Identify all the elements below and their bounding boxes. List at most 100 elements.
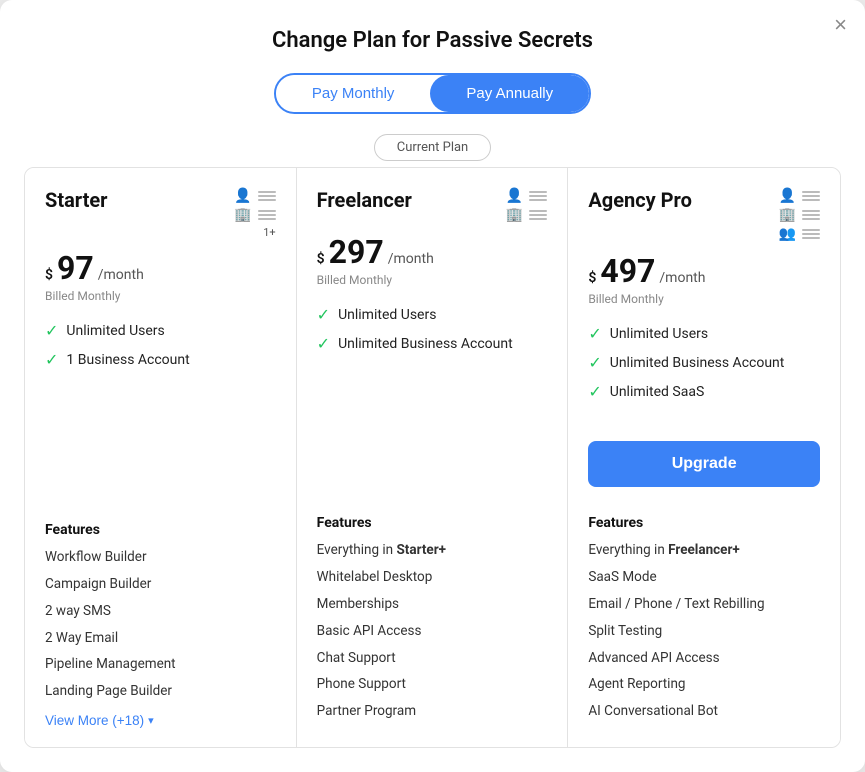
current-plan-badge-wrapper: Current Plan [24, 136, 841, 155]
feature-item: ✓ Unlimited Users [45, 321, 276, 340]
plan-card-freelancer: Freelancer 👤 🏢 [297, 168, 569, 747]
icon-row-1: 👤 [779, 188, 820, 204]
plan-price-block-freelancer: $ 297 /month Billed Monthly [317, 233, 548, 287]
upgrade-button[interactable]: Upgrade [588, 441, 820, 487]
price-dollar-agency-pro: $ [588, 270, 596, 286]
saas-icon: 👥 [779, 226, 796, 242]
pay-annually-button[interactable]: Pay Annually [430, 75, 589, 112]
features-item: AI Conversational Bot [588, 702, 820, 721]
pay-monthly-button[interactable]: Pay Monthly [276, 75, 431, 112]
features-item: Split Testing [588, 622, 820, 641]
person-icon: 👤 [506, 188, 523, 204]
icon-row-2: 🏢 [779, 207, 820, 223]
price-period-starter: /month [98, 267, 144, 283]
view-more-button-starter[interactable]: View More (+18) ▾ [45, 713, 154, 728]
plan-header-freelancer: Freelancer 👤 🏢 [317, 188, 548, 223]
check-icon: ✓ [588, 353, 601, 372]
plan-card-agency-pro: Agency Pro 👤 🏢 � [568, 168, 840, 747]
price-billed-agency-pro: Billed Monthly [588, 292, 820, 306]
features-item: Advanced API Access [588, 649, 820, 668]
features-item: Basic API Access [317, 622, 548, 641]
features-item: 2 way SMS [45, 602, 276, 621]
dots-icon-2 [529, 210, 547, 220]
plan-price-agency-pro: $ 497 /month [588, 252, 820, 290]
plan-name-agency-pro: Agency Pro [588, 188, 692, 212]
billing-toggle-wrapper: Pay Monthly Pay Annually [24, 73, 841, 114]
chevron-down-icon: ▾ [148, 714, 154, 727]
feature-text: Unlimited SaaS [610, 384, 705, 400]
current-plan-badge: Current Plan [374, 134, 491, 161]
price-amount-starter: 97 [57, 249, 94, 287]
features-item: Everything in Starter+ [317, 541, 548, 560]
feature-item: ✓ Unlimited SaaS [588, 382, 820, 401]
feature-item: ✓ 1 Business Account [45, 350, 276, 369]
plan-icons-agency-pro: 👤 🏢 👥 [779, 188, 820, 242]
features-item: 2 Way Email [45, 629, 276, 648]
check-icon: ✓ [588, 382, 601, 401]
icon-row-3: 👥 [779, 226, 820, 242]
features-item: Phone Support [317, 675, 548, 694]
feature-text: 1 Business Account [66, 352, 189, 368]
features-label-starter: Features [45, 522, 276, 538]
modal-title: Change Plan for Passive Secrets [24, 28, 841, 53]
building-icon: 🏢 [779, 207, 796, 223]
feature-text: Unlimited Business Account [338, 336, 513, 352]
plan-name-freelancer: Freelancer [317, 188, 412, 212]
price-period-freelancer: /month [388, 251, 434, 267]
check-icon: ✓ [317, 305, 330, 324]
check-icon: ✓ [317, 334, 330, 353]
features-item: SaaS Mode [588, 568, 820, 587]
plan-price-block-agency-pro: $ 497 /month Billed Monthly [588, 252, 820, 306]
feature-text: Unlimited Users [338, 307, 436, 323]
icon-row-1: 👤 [506, 188, 547, 204]
plan-icons-starter: 👤 🏢 1+ [234, 188, 275, 239]
check-icon: ✓ [45, 350, 58, 369]
feature-item: ✓ Unlimited Business Account [588, 353, 820, 372]
features-section-agency-pro: Features Everything in Freelancer+ SaaS … [588, 515, 820, 729]
check-icon: ✓ [45, 321, 58, 340]
features-item: Memberships [317, 595, 548, 614]
dots-icon-2 [258, 210, 276, 220]
plan-price-block-starter: $ 97 /month Billed Monthly [45, 249, 276, 303]
features-item: Agent Reporting [588, 675, 820, 694]
dots-icon-2 [802, 210, 820, 220]
icon-row-2: 🏢 [234, 207, 275, 223]
building-icon: 🏢 [506, 207, 523, 223]
close-button[interactable]: × [834, 14, 847, 36]
feature-text: Unlimited Users [66, 323, 164, 339]
plan-header-starter: Starter 👤 🏢 1+ [45, 188, 276, 239]
change-plan-modal: × Change Plan for Passive Secrets Pay Mo… [0, 0, 865, 772]
price-dollar-freelancer: $ [317, 251, 325, 267]
features-item: Pipeline Management [45, 655, 276, 674]
features-item: Whitelabel Desktop [317, 568, 548, 587]
plan-included-starter: ✓ Unlimited Users ✓ 1 Business Account [45, 321, 276, 498]
person-icon: 👤 [779, 188, 796, 204]
features-item: Partner Program [317, 702, 548, 721]
check-icon: ✓ [588, 324, 601, 343]
feature-item: ✓ Unlimited Users [317, 305, 548, 324]
features-item: Everything in Freelancer+ [588, 541, 820, 560]
features-section-starter: Features Workflow Builder Campaign Build… [45, 522, 276, 729]
dots-icon [258, 191, 276, 201]
features-item: Chat Support [317, 649, 548, 668]
price-amount-agency-pro: 497 [600, 252, 655, 290]
icon-row-1: 👤 [234, 188, 275, 204]
billing-toggle-group: Pay Monthly Pay Annually [274, 73, 591, 114]
price-period-agency-pro: /month [659, 270, 705, 286]
feature-text: Unlimited Business Account [610, 355, 785, 371]
plan-price-starter: $ 97 /month [45, 249, 276, 287]
features-section-freelancer: Features Everything in Starter+ Whitelab… [317, 515, 548, 729]
plans-grid: Starter 👤 🏢 1+ [24, 167, 841, 748]
icon-row-2: 🏢 [506, 207, 547, 223]
feature-item: ✓ Unlimited Business Account [317, 334, 548, 353]
features-item: Email / Phone / Text Rebilling [588, 595, 820, 614]
plan-name-starter: Starter [45, 188, 108, 212]
plan-header-agency-pro: Agency Pro 👤 🏢 � [588, 188, 820, 242]
price-billed-starter: Billed Monthly [45, 289, 276, 303]
dots-icon-3 [802, 229, 820, 239]
person-icon: 👤 [234, 188, 251, 204]
features-item: Landing Page Builder [45, 682, 276, 701]
price-billed-freelancer: Billed Monthly [317, 273, 548, 287]
plan-icons-freelancer: 👤 🏢 [506, 188, 547, 223]
features-label-freelancer: Features [317, 515, 548, 531]
